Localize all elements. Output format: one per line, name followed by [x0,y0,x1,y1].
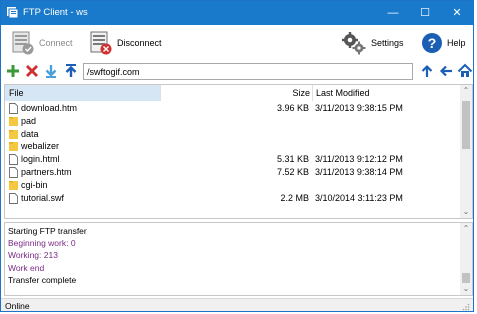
folder-icon [9,129,18,139]
home-icon[interactable] [457,63,473,79]
log-scroll-up-icon[interactable]: ⌃ [460,223,472,235]
gears-icon [342,32,366,55]
title-bar[interactable]: FTP Client - ws — ☐ ✕ [1,1,473,25]
delete-icon[interactable] [24,63,40,79]
settings-label: Settings [371,38,404,48]
file-name: download.htm [21,103,78,113]
file-name: pad [21,115,37,126]
folder-icon [9,116,18,126]
file-list-header: File Size Last Modified [5,85,460,101]
file-name: cgi-bin [21,179,48,190]
folder-icon [9,180,18,190]
column-header-size[interactable]: Size [160,85,312,101]
file-modified: 3/11/2013 9:38:15 PM [315,103,403,113]
svg-text:?: ? [428,35,437,51]
log-scrollbar[interactable]: ⌃ ⌄ [460,223,472,295]
file-name: webalizer [21,141,60,152]
column-header-modified[interactable]: Last Modified [312,85,460,101]
server-connect-icon [12,31,34,55]
connect-label: Connect [39,38,73,48]
file-rows: download.htm 3.96 KB 3/11/2013 9:38:15 PM p… [5,102,460,204]
file-row[interactable]: cgi-bin [5,179,460,192]
disconnect-button[interactable]: Disconnect [89,29,162,57]
folder-icon [9,142,18,152]
file-icon [9,167,18,178]
help-icon: ? [422,33,442,53]
window-title: FTP Client - ws [23,7,88,18]
app-icon [7,7,18,18]
scroll-up-icon[interactable]: ⌃ [460,85,472,97]
file-size: 3.96 KB [276,103,309,113]
transfer-log[interactable]: Starting FTP transfer Beginning work: 0 Wo… [4,222,473,296]
file-size: 5.31 KB [276,154,309,165]
ftp-client-window: FTP Client - ws — ☐ ✕ Connect Disconnect… [0,0,474,312]
scroll-down-icon[interactable]: ⌄ [460,206,472,218]
connection-status: Online [5,301,30,311]
help-label: Help [447,38,466,48]
back-icon[interactable] [438,63,454,79]
file-icon [9,192,18,204]
toolbar: Connect Disconnect Settings ? Help [1,25,473,61]
log-line: Beginning work: 0 [8,238,76,249]
file-name: login.html [21,154,60,165]
file-icon [9,154,18,166]
connect-button[interactable]: Connect [11,29,73,57]
parent-folder-icon[interactable] [63,63,79,79]
file-name: tutorial.swf [21,192,65,203]
log-line: Working: 213 [8,250,58,261]
file-modified: 3/10/2014 3:11:23 PM [315,192,403,203]
file-row[interactable]: webalizer [5,140,460,153]
log-scroll-thumb[interactable] [462,273,470,283]
resize-grip-icon[interactable] [462,303,470,311]
column-header-file[interactable]: File [5,85,160,101]
forward-up-icon[interactable] [419,63,435,79]
file-name: data [21,128,39,139]
file-name: partners.htm [21,166,72,177]
log-line: Work end [8,262,45,273]
file-row[interactable]: data [5,128,460,141]
file-row[interactable]: tutorial.swf 2.2 MB 3/10/2014 3:11:23 PM [5,192,460,205]
file-size: 2.2 MB [280,192,309,203]
maximize-button[interactable]: ☐ [409,1,441,25]
disconnect-label: Disconnect [117,38,162,48]
file-icon [9,103,18,114]
minimize-button[interactable]: — [377,1,409,25]
log-line: Starting FTP transfer [8,226,87,236]
download-icon[interactable] [43,63,59,79]
log-scroll-down-icon[interactable]: ⌄ [460,283,472,295]
help-button[interactable]: ? Help [421,29,466,57]
file-row[interactable]: download.htm 3.96 KB 3/11/2013 9:38:15 PM [5,102,460,115]
file-modified: 3/11/2013 9:12:12 PM [315,154,403,165]
path-input[interactable] [83,63,413,80]
navigation-bar [1,61,473,83]
settings-button[interactable]: Settings [341,29,404,57]
file-row[interactable]: login.html 5.31 KB 3/11/2013 9:12:12 PM [5,153,460,166]
add-icon[interactable] [5,63,21,79]
server-disconnect-icon [90,31,112,55]
log-line: Transfer complete [8,274,77,285]
close-button[interactable]: ✕ [441,1,473,25]
status-bar: Online [1,298,473,311]
file-list-scrollbar[interactable]: ⌃ ⌄ [460,85,472,218]
file-size: 7.52 KB [276,166,309,177]
file-row[interactable]: partners.htm 7.52 KB 3/11/2013 9:38:14 PM [5,166,460,179]
file-list[interactable]: File Size Last Modified download.htm 3.96… [4,84,473,219]
file-modified: 3/11/2013 9:38:14 PM [315,166,403,177]
file-row[interactable]: pad [5,115,460,128]
scroll-thumb[interactable] [462,101,470,149]
